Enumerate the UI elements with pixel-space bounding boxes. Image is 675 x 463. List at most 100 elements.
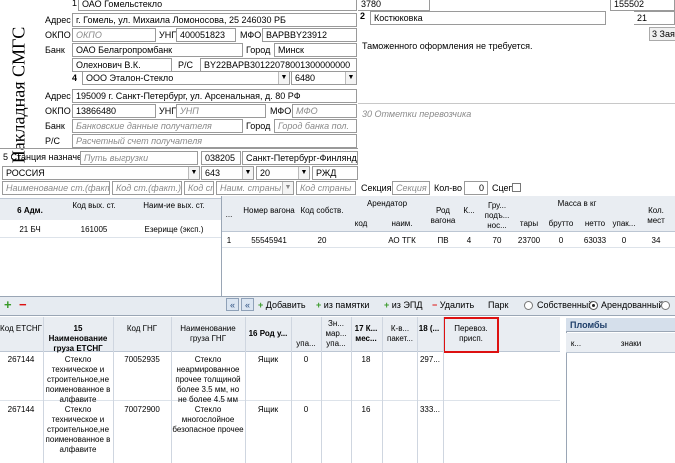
- cargo-cell: 70072900: [124, 405, 160, 414]
- sender-bank-field[interactable]: ОАО Белагропромбанк: [72, 43, 243, 57]
- own-radio[interactable]: [524, 301, 533, 310]
- own-label: Собственный: [537, 300, 594, 310]
- wagon-header-ellipsis[interactable]: ...: [222, 210, 236, 220]
- sender-city-field[interactable]: Минск: [274, 43, 357, 57]
- receiver-address-label: Адрес: [45, 91, 71, 101]
- count-label: Кол-во: [434, 183, 462, 193]
- receiver-okpo-field[interactable]: 13866480: [72, 104, 156, 118]
- station-num: 2: [360, 11, 366, 21]
- sender-rs-field[interactable]: BY22BAPB30122078001300000000: [200, 58, 357, 72]
- cargo-cell: 0: [303, 405, 309, 414]
- country-name-fact-select[interactable]: Наим. страны (фак▼: [216, 181, 294, 195]
- remove-row-icon[interactable]: −: [19, 297, 27, 313]
- sender-mfo-field[interactable]: BAPBBY23912: [262, 28, 357, 42]
- sender-person-field[interactable]: Олехнович В.К.: [72, 58, 172, 72]
- chevron-down-icon[interactable]: ▼: [345, 72, 356, 84]
- chevron-down-icon[interactable]: ▼: [278, 72, 289, 84]
- receiver-name-select[interactable]: ООО Эталон-Стекло ▼: [82, 71, 290, 85]
- top-code-field[interactable]: 3780: [358, 0, 430, 11]
- receiver-code-select[interactable]: 6480 ▼: [291, 71, 357, 85]
- cargo-header: Код ГНГ: [126, 324, 158, 333]
- wagon-cell: 4: [466, 236, 472, 245]
- wagon-header-k: К...: [463, 206, 475, 215]
- tab-3-statements[interactable]: 3 Заяв: [649, 27, 675, 41]
- receiver-mfo-label: МФО: [270, 106, 292, 116]
- departure-station-field[interactable]: Костюковка: [370, 11, 606, 25]
- seals-col-signs: знаки: [620, 339, 642, 348]
- count-field[interactable]: 0: [464, 181, 488, 195]
- adm-col-header: Код вых. ст.: [72, 201, 116, 210]
- plus-icon: +: [384, 300, 390, 310]
- add-button[interactable]: + Добавить: [258, 297, 306, 313]
- num-20-select[interactable]: 20 ▼: [256, 166, 310, 180]
- from-memo-button[interactable]: + из памятки: [316, 297, 369, 313]
- wagon-cell: АО ТГК: [388, 236, 416, 245]
- receiver-mfo-field[interactable]: МФО: [292, 104, 357, 118]
- minus-icon: −: [432, 300, 438, 310]
- extra-radio[interactable]: [661, 301, 670, 310]
- sender-mfo-label: МФО: [240, 30, 262, 40]
- wagon-header-pack: упак...: [612, 219, 636, 228]
- receiver-city-field[interactable]: Город банка пол.: [274, 119, 357, 133]
- actual-station-field[interactable]: Наименование ст.(факт.): [2, 181, 110, 195]
- cargo-header: 16 Род у...: [248, 329, 288, 338]
- cargo-cell: 18: [361, 355, 371, 364]
- divider: [351, 317, 352, 463]
- divider: [417, 317, 418, 463]
- receiver-unp-field[interactable]: УНП: [176, 104, 266, 118]
- from-epd-label: из ЭПД: [391, 300, 423, 310]
- country-code2-field[interactable]: Код страны: [296, 181, 356, 195]
- wagon-header-lessee-code: код: [354, 219, 368, 228]
- coupling-checkbox[interactable]: [512, 183, 521, 192]
- receiver-rs-field[interactable]: Расчетный счет получателя: [72, 134, 357, 148]
- dest-code-field[interactable]: 038205: [201, 151, 241, 165]
- chevron-down-icon[interactable]: ▼: [298, 167, 309, 179]
- divider: [43, 317, 44, 463]
- wagon-cell: ПВ: [437, 236, 449, 245]
- country-select[interactable]: РОССИЯ ▼: [2, 166, 200, 180]
- wagon-cell: 0: [621, 236, 627, 245]
- top-right-code-field[interactable]: 155502: [610, 0, 675, 11]
- delete-button-label: Удалить: [439, 300, 475, 310]
- sender-okpo-field[interactable]: ОКПО: [72, 28, 156, 42]
- adm-col-header: 6 Адм.: [17, 206, 43, 215]
- nav-prev-icon[interactable]: «: [241, 298, 254, 311]
- cargo-cell: 297...: [419, 355, 440, 364]
- plus-icon: +: [316, 300, 322, 310]
- departure-station-code[interactable]: 21: [634, 11, 675, 25]
- cargo-header: Наименование груза ГНГ: [180, 324, 236, 343]
- receiver-code-value: 6480: [295, 73, 316, 83]
- cargo-header: Код ЕТСНГ: [0, 324, 42, 333]
- num-20-value: 20: [260, 168, 271, 178]
- section-field[interactable]: Секция: [392, 181, 430, 195]
- wagon-header-type: Род вагона: [430, 206, 456, 225]
- wagon-cell: 55545941: [251, 236, 287, 245]
- seals-title: Пломбы: [566, 318, 675, 332]
- sender-name-field[interactable]: ОАО Гомельстекло: [78, 0, 357, 11]
- actual-code-field[interactable]: Код ст.(факт.): [112, 181, 182, 195]
- sender-address-label: Адрес: [45, 15, 71, 25]
- receiver-bank-field[interactable]: Банковские данные получателя: [72, 119, 243, 133]
- cargo-cell: 333...: [419, 405, 440, 414]
- rented-radio[interactable]: [589, 301, 598, 310]
- wagon-header-lessee-name: наим.: [391, 219, 413, 228]
- delete-button[interactable]: − Удалить: [432, 297, 474, 313]
- add-row-icon[interactable]: +: [4, 297, 12, 313]
- country-code-select[interactable]: 643 ▼: [201, 166, 254, 180]
- sender-address-field[interactable]: г. Гомель, ул. Михаила Ломоносова, 25 24…: [72, 13, 357, 27]
- dest-station-field[interactable]: Санкт-Петербург-Финляндский: [242, 151, 358, 165]
- wagon-cell: 20: [317, 236, 327, 245]
- sender-unp-field[interactable]: 400051823: [176, 28, 236, 42]
- cargo-cell: Ящик: [257, 405, 279, 414]
- rail-field[interactable]: РЖД: [312, 166, 358, 180]
- chevron-down-icon[interactable]: ▼: [188, 167, 199, 179]
- chevron-down-icon[interactable]: ▼: [282, 182, 293, 194]
- receiver-address-field[interactable]: 195009 г. Санкт-Петербург, ул. Арсенальн…: [72, 89, 357, 103]
- country-code-fact-field[interactable]: Код стр: [184, 181, 214, 195]
- sender-city-label: Город: [246, 45, 271, 55]
- chevron-down-icon[interactable]: ▼: [242, 167, 253, 179]
- cargo-cell: Стекло техническое и строительное,не пои…: [45, 355, 111, 404]
- unload-path-field[interactable]: Путь выгрузки: [80, 151, 198, 165]
- from-epd-button[interactable]: + из ЭПД: [384, 297, 422, 313]
- nav-first-icon[interactable]: «: [226, 298, 239, 311]
